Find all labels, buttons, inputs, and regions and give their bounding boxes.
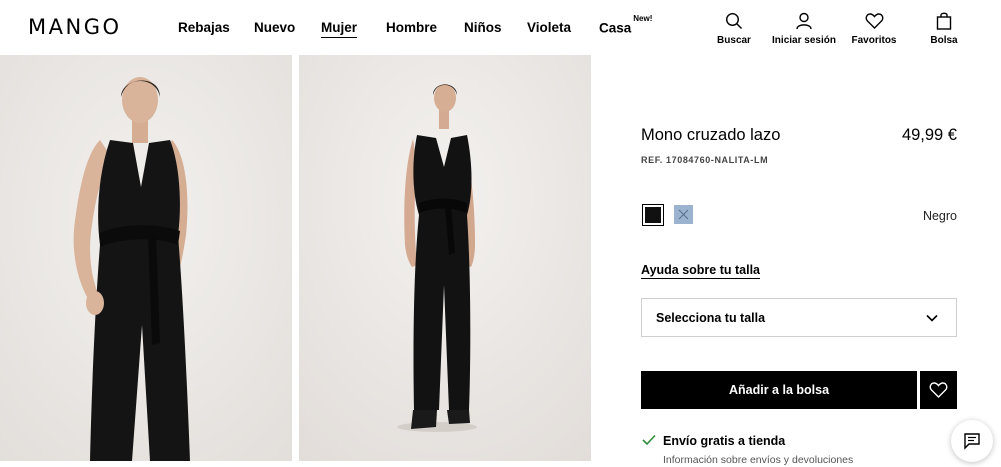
chevron-down-icon: [926, 314, 938, 322]
color-swatch-black[interactable]: [642, 204, 664, 226]
chat-button[interactable]: [951, 420, 993, 462]
user-icon: [796, 12, 812, 30]
nav-item-rebajas[interactable]: Rebajas: [178, 20, 230, 35]
nav-item-nuevo[interactable]: Nuevo: [254, 20, 295, 35]
login-button[interactable]: Iniciar sesión: [772, 12, 836, 46]
header: MANGO Rebajas Nuevo Mujer Hombre Niños V…: [0, 0, 1001, 55]
nav-item-casa[interactable]: CasaNew!: [599, 14, 652, 36]
nav-item-violeta[interactable]: Violeta: [527, 20, 571, 35]
product-title: Mono cruzado lazo: [641, 126, 781, 144]
size-help-link[interactable]: Ayuda sobre tu talla: [641, 263, 761, 279]
model-illustration-1: [0, 55, 292, 461]
nav-item-mujer[interactable]: Mujer: [321, 20, 358, 38]
nav-item-ninos[interactable]: Niños: [464, 20, 502, 35]
color-swatch-black-fill: [645, 207, 661, 223]
check-icon: [642, 434, 656, 446]
add-to-bag-button[interactable]: Añadir a la bolsa: [641, 371, 917, 409]
model-illustration-2: [299, 55, 591, 461]
search-icon: [725, 12, 742, 29]
search-label: Buscar: [717, 35, 751, 46]
search-button[interactable]: Buscar: [717, 12, 751, 46]
heart-icon: [865, 13, 883, 29]
heart-icon: [929, 382, 948, 398]
color-swatch-light-blue[interactable]: [674, 205, 693, 224]
brand-logo[interactable]: MANGO: [28, 15, 122, 39]
selected-color-name: Negro: [922, 209, 957, 223]
unavailable-cross-icon: [678, 209, 689, 220]
shipping-info-link[interactable]: Información sobre envíos y devoluciones: [663, 454, 853, 466]
chat-icon: [964, 433, 980, 450]
product-price: 49,99 €: [901, 126, 957, 144]
new-badge: New!: [633, 14, 653, 23]
favorites-button[interactable]: Favoritos: [851, 12, 897, 46]
nav-item-casa-label: Casa: [599, 20, 632, 36]
product-image-2[interactable]: [299, 55, 591, 461]
product-reference: REF. 17084760-NALITA-LM: [641, 155, 769, 165]
bag-icon: [936, 12, 952, 30]
bag-label: Bolsa: [930, 35, 958, 46]
favorites-label: Favoritos: [851, 35, 897, 46]
shipping-title: Envío gratis a tienda: [663, 434, 786, 448]
size-select-label: Selecciona tu talla: [656, 311, 766, 325]
nav-item-hombre[interactable]: Hombre: [386, 20, 437, 35]
product-image-1[interactable]: [0, 55, 292, 461]
add-to-favorites-button[interactable]: [920, 371, 957, 409]
bag-button[interactable]: Bolsa: [929, 12, 959, 46]
login-label: Iniciar sesión: [772, 35, 836, 46]
size-select[interactable]: Selecciona tu talla: [641, 298, 957, 337]
